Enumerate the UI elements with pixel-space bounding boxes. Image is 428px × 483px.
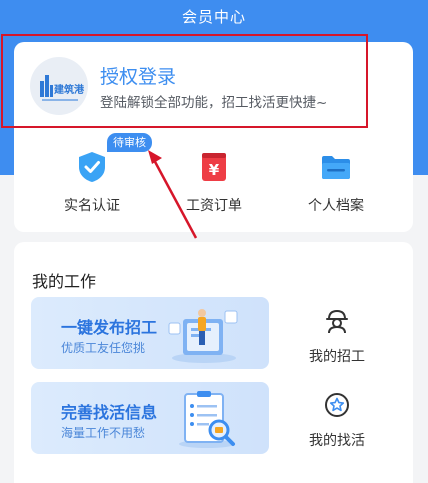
page-title: 会员中心 — [181, 8, 246, 26]
complete-job-info-banner[interactable]: 完善找活信息 海量工作不用愁 — [31, 382, 269, 454]
real-name-auth-button[interactable]: 实名认证 — [37, 150, 147, 215]
salary-order-button[interactable]: ¥ 工资订单 — [159, 150, 269, 215]
my-job-search-label: 我的找活 — [309, 433, 365, 449]
logo-text: 建筑港 — [53, 83, 85, 96]
star-badge-icon — [324, 392, 350, 418]
resume-illustration-icon — [179, 391, 235, 448]
yen-receipt-icon: ¥ — [197, 150, 231, 184]
salary-order-label: 工资订单 — [186, 198, 242, 214]
login-subtitle: 登陆解锁全部功能，招工找活更快捷~ — [100, 95, 328, 111]
complete-job-info-subtitle: 海量工作不用愁 — [61, 426, 146, 440]
worker-helmet-icon — [324, 308, 350, 334]
post-job-illustration-icon — [168, 309, 238, 363]
my-job-search-button[interactable]: 我的找活 — [297, 392, 377, 450]
my-recruitment-button[interactable]: 我的招工 — [297, 308, 377, 366]
real-name-auth-label: 实名认证 — [64, 198, 120, 214]
my-recruitment-label: 我的招工 — [309, 349, 365, 365]
post-job-banner[interactable]: 一键发布招工 优质工友任您挑 — [31, 297, 269, 369]
post-job-title: 一键发布招工 — [61, 318, 158, 337]
post-job-subtitle: 优质工友任您挑 — [61, 341, 146, 355]
pending-review-badge: 待审核 — [107, 133, 152, 152]
complete-job-info-title: 完善找活信息 — [61, 403, 158, 422]
personal-profile-label: 个人档案 — [308, 198, 364, 214]
login-title[interactable]: 授权登录 — [100, 62, 176, 89]
folder-icon — [319, 150, 353, 184]
avatar[interactable]: 建筑港 — [30, 57, 88, 115]
svg-text:¥: ¥ — [209, 161, 220, 179]
shield-check-icon — [75, 150, 109, 184]
personal-profile-button[interactable]: 个人档案 — [281, 150, 391, 215]
my-work-title: 我的工作 — [32, 272, 97, 291]
